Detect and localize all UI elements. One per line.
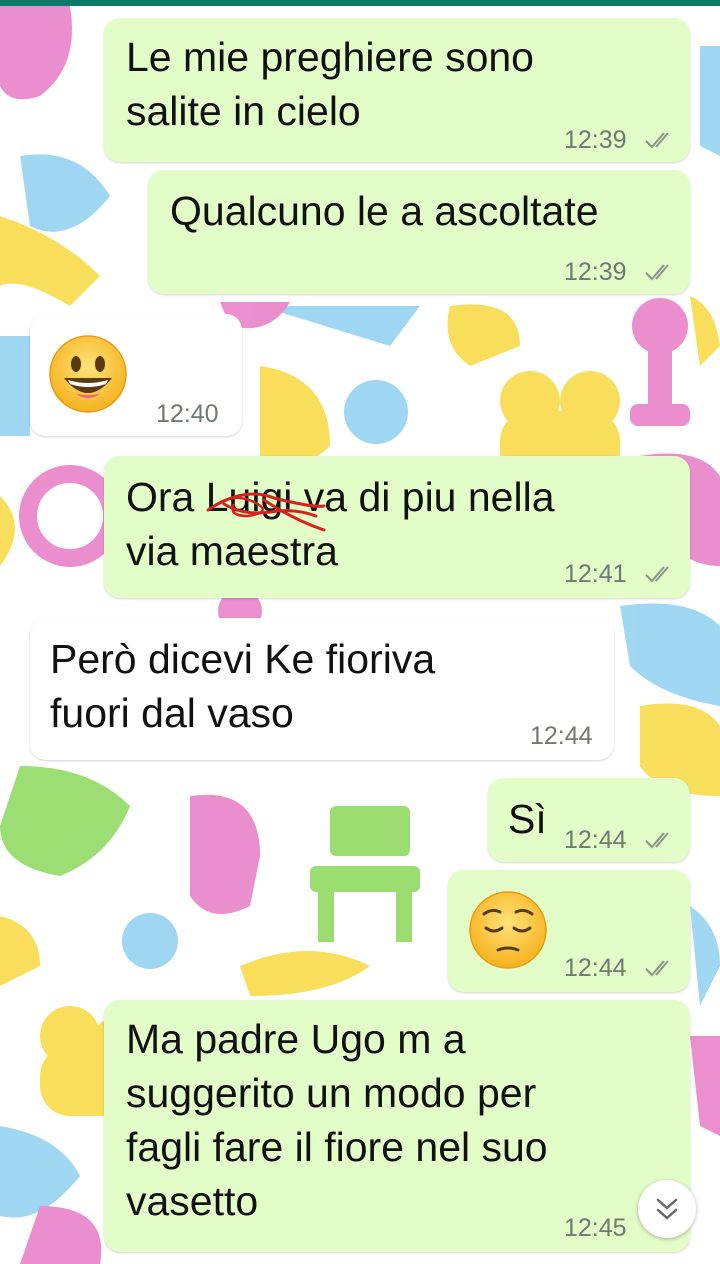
message-time: 12:44 — [530, 722, 593, 750]
message-text: Qualcuno le a ascoltate — [170, 188, 599, 234]
scroll-to-bottom-button[interactable] — [638, 1180, 696, 1238]
message-time: 12:39 — [564, 126, 627, 154]
scribble-marking — [206, 492, 326, 532]
scroll-to-bottom-icon — [656, 1198, 678, 1220]
message-bubble-outgoing[interactable]: 12:44 — [448, 870, 690, 992]
message-bubble-outgoing[interactable]: Ora Luigi va di piu nella via maestra 12… — [104, 456, 690, 598]
message-text: Ma padre Ugo m a suggerito un modo per f… — [126, 1016, 548, 1224]
message-bubble-outgoing[interactable]: Qualcuno le a ascoltate 12:39 — [148, 170, 690, 294]
message-bubble-incoming[interactable]: 12:40 — [30, 314, 242, 436]
message-time: 12:45 — [564, 1214, 627, 1242]
double-check-icon — [645, 566, 669, 583]
double-check-icon — [645, 832, 669, 849]
message-text: Ora Luigi va di piu nella via maestra — [126, 470, 555, 578]
message-time: 12:44 — [564, 954, 627, 982]
message-bubble-outgoing[interactable]: Sì 12:44 — [488, 778, 690, 862]
message-text: Però dicevi Ke fioriva fuori dal vaso — [50, 636, 436, 736]
grinning-face-icon — [49, 335, 127, 413]
message-time: 12:39 — [564, 258, 627, 286]
double-check-icon — [645, 132, 669, 149]
message-bubble-incoming[interactable]: Però dicevi Ke fioriva fuori dal vaso 12… — [30, 618, 614, 760]
double-check-icon — [645, 960, 669, 977]
pensive-face-icon — [469, 891, 547, 969]
message-bubble-outgoing[interactable]: Le mie preghiere sono salite in cielo 12… — [104, 18, 690, 162]
message-text: Sì — [508, 796, 547, 842]
message-bubble-outgoing[interactable]: Ma padre Ugo m a suggerito un modo per f… — [104, 1000, 690, 1252]
message-time: 12:40 — [156, 400, 219, 428]
double-check-icon — [645, 264, 669, 281]
message-time: 12:41 — [564, 560, 627, 588]
message-time: 12:44 — [564, 826, 627, 854]
message-text: Le mie preghiere sono salite in cielo — [126, 34, 534, 134]
message-text-before: Ora — [126, 474, 206, 520]
